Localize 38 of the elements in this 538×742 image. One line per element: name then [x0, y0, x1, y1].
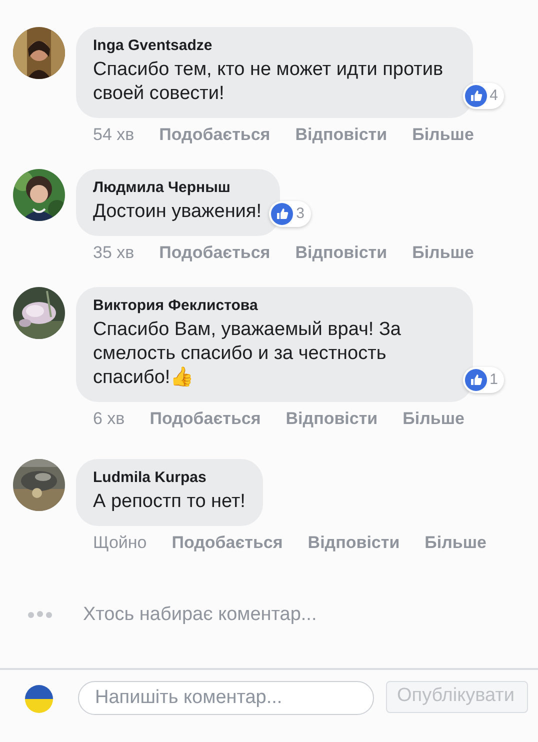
timestamp: 54 хв — [93, 125, 134, 145]
typing-dots-icon — [27, 611, 53, 620]
typing-indicator-text: Хтось набирає коментар... — [83, 603, 317, 627]
flag-icon — [25, 684, 53, 712]
author-name[interactable]: Виктория Феклистова — [93, 296, 455, 316]
more-link[interactable]: Більше — [402, 409, 464, 429]
comment-input[interactable]: Напишіть коментар... — [78, 680, 374, 714]
timestamp: Щойно — [93, 533, 147, 553]
reply-link[interactable]: Відповісти — [286, 409, 378, 429]
timestamp: 35 хв — [93, 243, 134, 263]
timestamp: 6 хв — [93, 409, 125, 429]
like-icon — [271, 202, 294, 225]
author-name[interactable]: Ludmila Kurpas — [93, 468, 246, 488]
like-link[interactable]: Подобається — [150, 409, 261, 429]
count-text: 1 — [490, 370, 498, 390]
author-name[interactable]: Людмила Черныш — [93, 178, 262, 198]
comment-text: А репостп то нет! — [93, 490, 246, 514]
comment-text: Достоин уважения! — [93, 200, 262, 224]
reaction-count[interactable]: 3 — [269, 200, 310, 227]
reply-link[interactable]: Відповісти — [308, 533, 400, 553]
comment-text: Спасибо Вам, уважаемый врач! За смелость спасибо и за честность спасибо!👍 — [93, 318, 402, 390]
more-link[interactable]: Більше — [412, 125, 474, 145]
more-link[interactable]: Більше — [412, 243, 474, 263]
more-link[interactable]: Більше — [424, 533, 486, 553]
author-name[interactable]: Inga Gventsadze — [93, 36, 455, 56]
like-icon — [464, 84, 487, 107]
reply-link[interactable]: Відповісти — [295, 243, 388, 263]
reaction-count[interactable]: 1 — [462, 366, 504, 393]
like-link[interactable]: Подобається — [172, 533, 283, 553]
reaction-count[interactable]: 4 — [462, 82, 504, 109]
count-text: 4 — [490, 86, 498, 106]
like-link[interactable]: Подобається — [159, 243, 270, 263]
like-icon — [464, 368, 487, 391]
publish-button[interactable]: Опублікувати — [386, 680, 528, 712]
count-text: 3 — [296, 204, 304, 224]
comment-text: Спасибо тем, кто не может идти против своей совести! — [93, 58, 444, 106]
like-link[interactable]: Подобається — [159, 125, 270, 145]
reply-link[interactable]: Відповісти — [295, 125, 388, 145]
